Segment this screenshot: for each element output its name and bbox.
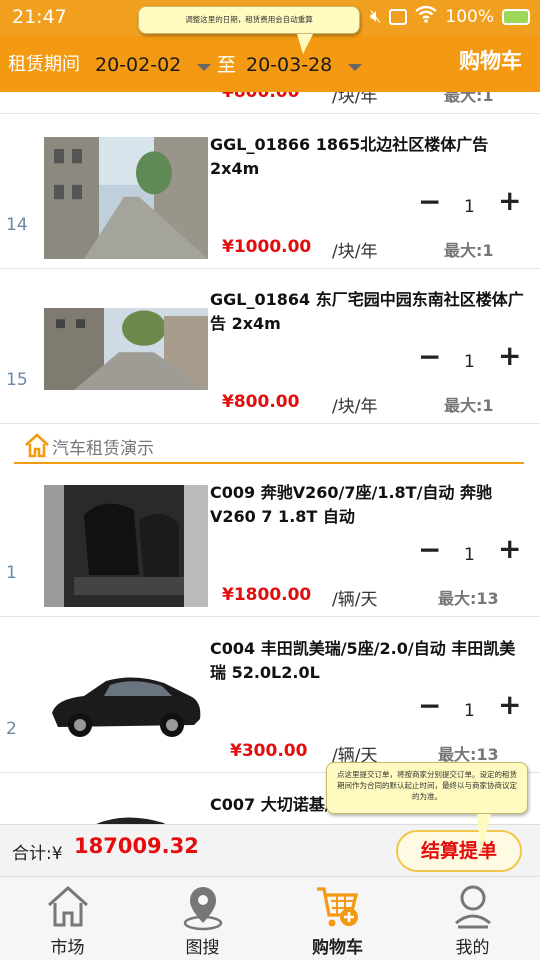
total-bar: 合计:¥ 187009.32 结算提单	[0, 824, 540, 876]
cart-list[interactable]: ¥800.00 /块/年 最大:1 14 GGL_01866 1865北边社区楼…	[0, 92, 540, 824]
list-item: ¥800.00 /块/年 最大:1	[0, 92, 540, 114]
item-unit: /块/年	[332, 242, 378, 262]
item-max: 最大:1	[444, 396, 494, 415]
item-unit: /块/年	[332, 92, 378, 107]
item-name: GGL_01864 东厂宅园中园东南社区楼体广告 2x4m	[210, 290, 524, 333]
item-price: ¥1800.00	[222, 585, 312, 605]
item-index: 14	[6, 215, 28, 235]
quantity-stepper[interactable]: − 1 +	[418, 535, 528, 567]
cart-icon	[317, 887, 359, 927]
quantity-stepper[interactable]: − 1 +	[418, 187, 528, 219]
item-name: C009 奔驰V260/7座/1.8T/自动 奔驰V260 7 1.8T 自动	[210, 483, 492, 526]
tab-market[interactable]: 市场	[0, 877, 135, 960]
item-photo	[44, 641, 208, 763]
increase-button[interactable]: +	[498, 535, 521, 563]
item-price: ¥800.00	[222, 92, 300, 102]
quantity-stepper[interactable]: − 1 +	[418, 691, 528, 723]
item-photo	[44, 308, 208, 390]
quantity-value: 1	[464, 352, 475, 372]
item-name: GGL_01866 1865北边社区楼体广告 2x4m	[210, 135, 489, 178]
chevron-down-icon	[348, 64, 362, 71]
item-max: 最大:1	[444, 92, 494, 105]
checkout-button[interactable]: 结算提单	[396, 830, 522, 872]
tab-cart[interactable]: 购物车	[270, 877, 405, 960]
tab-label: 购物车	[312, 938, 363, 958]
battery-level: 100%	[445, 6, 494, 27]
tab-map-search[interactable]: 图搜	[135, 877, 270, 960]
decrease-button[interactable]: −	[418, 692, 441, 720]
list-item[interactable]: 15 GGL_01864 东厂宅园中园东南社区楼体广告 2x4m − 1 + ¥…	[0, 272, 540, 424]
total-label: 合计:¥	[12, 844, 63, 864]
item-index: 15	[6, 370, 28, 390]
home-icon	[25, 433, 49, 458]
quantity-stepper[interactable]: − 1 +	[418, 342, 528, 374]
item-price: ¥800.00	[222, 392, 300, 412]
start-date-picker[interactable]: 20-02-02	[95, 46, 215, 80]
rental-period-label: 租赁期间	[8, 54, 80, 75]
to-label: 至	[217, 54, 237, 76]
tab-label: 我的	[455, 938, 490, 958]
item-name: C004 丰田凯美瑞/5座/2.0/自动 丰田凯美瑞 52.0L2.0L	[210, 639, 516, 682]
bottom-nav: 市场 图搜 购物车 我的	[0, 876, 540, 960]
increase-button[interactable]: +	[498, 691, 521, 719]
decrease-button[interactable]: −	[418, 536, 441, 564]
decrease-button[interactable]: −	[418, 343, 441, 371]
start-date-value: 20-02-02	[95, 54, 182, 76]
notification-icon	[389, 8, 408, 25]
item-max: 最大:1	[444, 241, 494, 260]
item-price: ¥1000.00	[222, 237, 312, 257]
tab-me[interactable]: 我的	[405, 877, 540, 960]
item-price: ¥300.00	[230, 741, 308, 761]
item-photo	[44, 137, 208, 259]
date-hint-tooltip: 调整这里的日期，租赁费用会自动重算	[138, 6, 360, 54]
tab-label: 市场	[50, 938, 85, 958]
quantity-value: 1	[464, 701, 475, 721]
status-time: 21:47	[12, 6, 67, 28]
increase-button[interactable]: +	[498, 342, 521, 370]
item-photo	[44, 485, 208, 607]
total-amount: 187009.32	[74, 834, 199, 858]
item-index: 1	[6, 563, 17, 583]
home-icon	[47, 885, 89, 927]
list-item[interactable]: 14 GGL_01866 1865北边社区楼体广告 2x4m − 1 + ¥10…	[0, 117, 540, 269]
item-index: 2	[6, 719, 17, 739]
decrease-button[interactable]: −	[418, 188, 441, 216]
vendor-section-header: 汽车租赁演示	[14, 428, 524, 464]
increase-button[interactable]: +	[498, 187, 521, 215]
battery-icon	[502, 8, 530, 25]
list-item[interactable]: 1 C009 奔驰V260/7座/1.8T/自动 奔驰V260 7 1.8T 自…	[0, 465, 540, 617]
wifi-icon	[415, 5, 438, 28]
status-icons: 🔇︎ 100%	[370, 5, 530, 28]
user-icon	[455, 885, 491, 929]
section-title: 汽车租赁演示	[52, 439, 154, 459]
tab-label: 图搜	[185, 938, 220, 958]
header-bar: 租赁期间 20-02-02 至 20-03-28 购物车	[0, 36, 540, 92]
page-title: 购物车	[459, 49, 522, 73]
mute-icon: 🔇︎	[370, 6, 382, 27]
map-pin-icon	[183, 887, 223, 931]
quantity-value: 1	[464, 197, 475, 217]
item-unit: /辆/天	[332, 590, 378, 610]
item-max: 最大:13	[438, 589, 499, 608]
checkout-hint-tooltip: 点这里提交订单，将按商家分别提交订单。设定的租赁期间作为合同的默认起止时间，最终…	[326, 762, 528, 854]
list-item[interactable]: 2 C004 丰田凯美瑞/5座/2.0/自动 丰田凯美瑞 52.0L2.0L −…	[0, 621, 540, 773]
quantity-value: 1	[464, 545, 475, 565]
item-photo	[44, 797, 208, 824]
end-date-value: 20-03-28	[246, 54, 333, 76]
item-unit: /块/年	[332, 397, 378, 417]
chevron-down-icon	[197, 64, 211, 71]
